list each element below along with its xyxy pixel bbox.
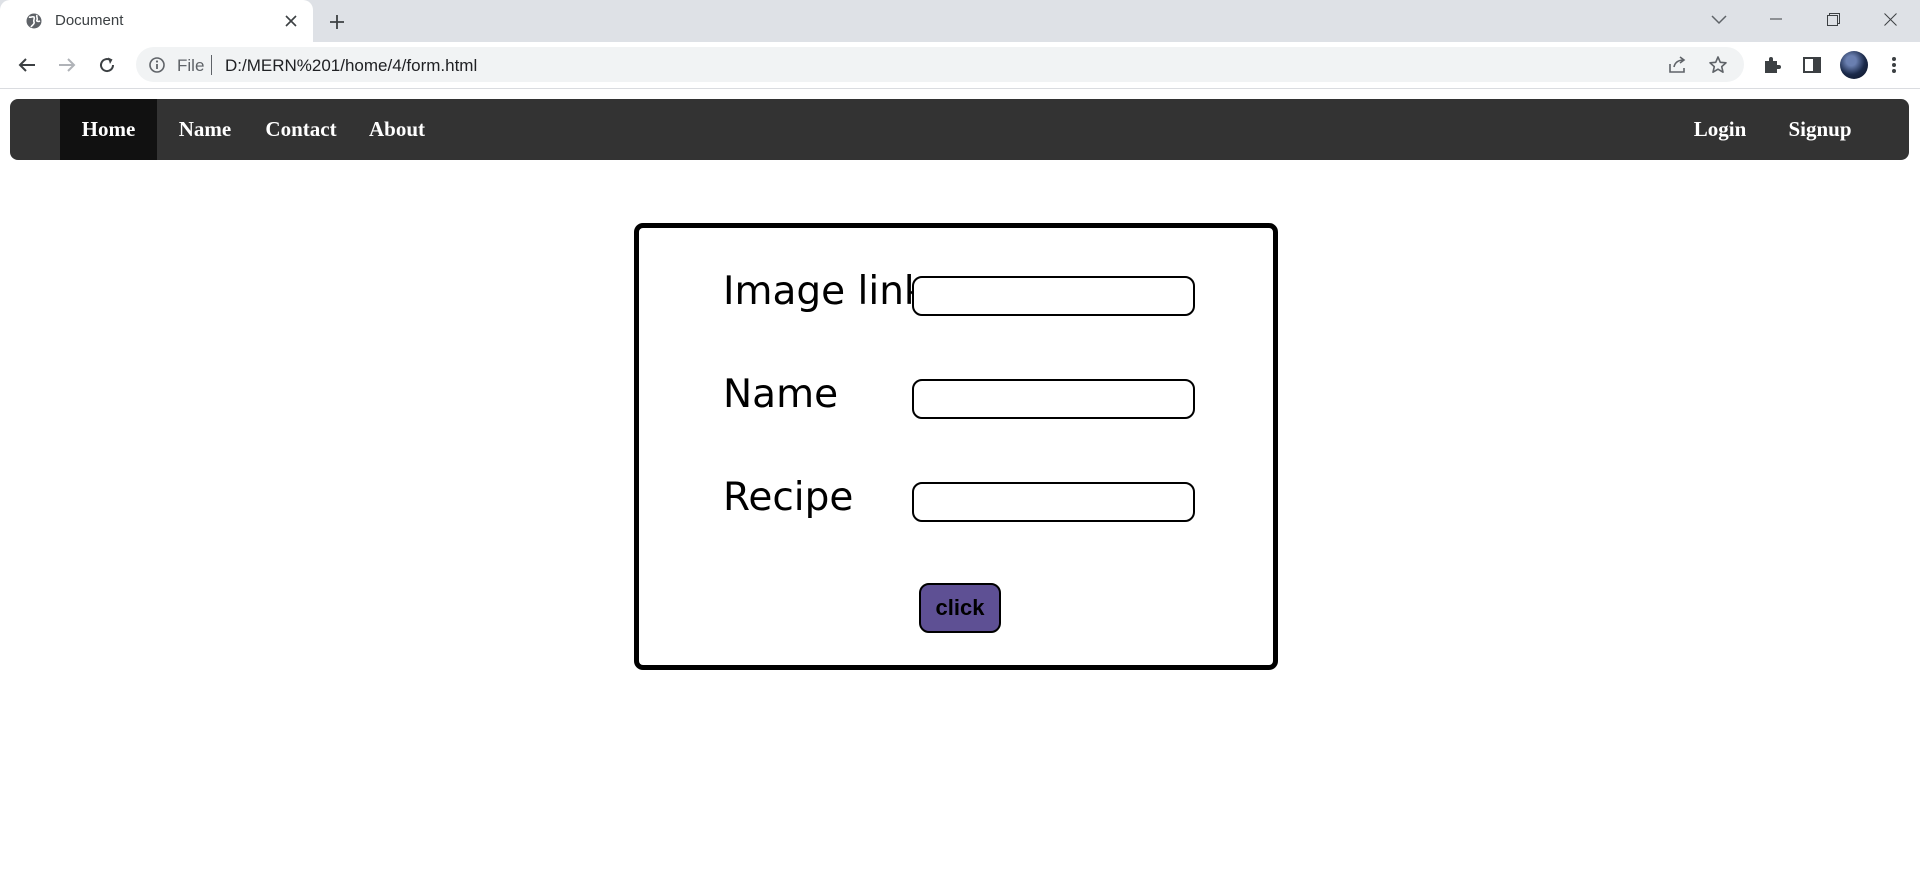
chevron-down-icon[interactable] — [1706, 8, 1732, 32]
kebab-menu-icon[interactable] — [1880, 51, 1908, 79]
nav-link-login[interactable]: Login — [1672, 99, 1768, 160]
globe-icon — [25, 12, 43, 30]
address-bar[interactable]: File D:/MERN%201/home/4/form.html — [136, 47, 1744, 82]
profile-avatar[interactable] — [1840, 51, 1868, 79]
nav-link-contact[interactable]: Contact — [253, 99, 349, 160]
address-url[interactable]: D:/MERN%201/home/4/form.html — [225, 56, 477, 76]
image-link-label: Image link — [723, 269, 927, 314]
nav-link-signup[interactable]: Signup — [1768, 99, 1872, 160]
arrow-left-icon[interactable] — [13, 51, 41, 79]
share-icon[interactable] — [1666, 53, 1690, 77]
plus-icon[interactable] — [325, 10, 349, 34]
submit-button[interactable]: click — [919, 583, 1001, 633]
window-close-icon[interactable] — [1862, 0, 1918, 38]
star-icon[interactable] — [1706, 53, 1730, 77]
recipe-label: Recipe — [723, 475, 854, 520]
tab-title: Document — [55, 12, 124, 29]
close-icon[interactable] — [280, 10, 302, 32]
address-separator — [211, 55, 212, 75]
name-label: Name — [723, 372, 839, 417]
nav-link-name[interactable]: Name — [157, 99, 253, 160]
puzzle-icon[interactable] — [1758, 51, 1786, 79]
address-scheme: File — [177, 56, 205, 75]
image-link-input[interactable] — [912, 276, 1195, 316]
arrow-right-icon[interactable] — [53, 51, 81, 79]
minimize-icon[interactable] — [1748, 0, 1804, 38]
restore-icon[interactable] — [1805, 0, 1861, 38]
recipe-input[interactable] — [912, 482, 1195, 522]
reload-icon[interactable] — [93, 51, 121, 79]
nav-link-home[interactable]: Home — [60, 99, 157, 160]
name-input[interactable] — [912, 379, 1195, 419]
side-panel-icon[interactable] — [1798, 51, 1826, 79]
info-icon[interactable] — [148, 56, 166, 74]
browser-tab[interactable]: Document — [0, 0, 313, 42]
browser-toolbar: File D:/MERN%201/home/4/form.html — [0, 42, 1920, 89]
browser-tab-strip: Document — [0, 0, 1920, 42]
top-navbar: Home Name Contact About Login Signup — [10, 99, 1909, 160]
nav-link-about[interactable]: About — [349, 99, 445, 160]
